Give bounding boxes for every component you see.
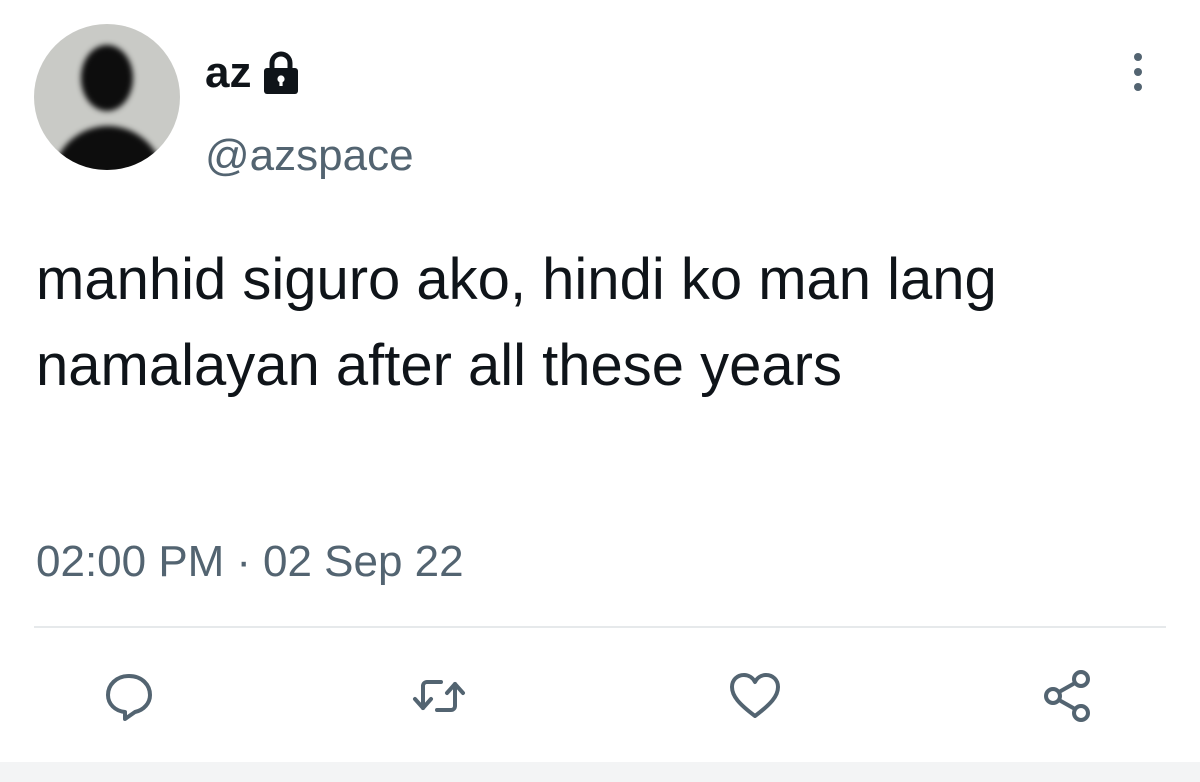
tweet-date: 02 Sep 22 [263,537,464,586]
share-button[interactable] [1035,664,1099,728]
tweet-card: az @azspace manhid siguro ako, hindi ko … [0,0,1200,782]
reply-icon [106,674,152,721]
tweet-time: 02:00 PM [36,537,225,586]
lock-icon [261,50,301,96]
divider [34,626,1166,628]
heart-icon [730,673,780,718]
tweet-text: manhid siguro ako, hindi ko man lang nam… [36,247,997,398]
avatar[interactable] [34,24,180,170]
user-name-row: az [205,44,301,102]
user-handle[interactable]: @azspace [205,128,414,184]
meta-separator: · [236,537,251,586]
avatar-head-shape [81,45,133,111]
display-name[interactable]: az [205,44,251,102]
bottom-edge [0,762,1200,782]
more-vertical-icon[interactable] [1120,48,1156,96]
avatar-shoulders-shape [52,126,164,170]
like-button[interactable] [723,664,787,728]
reply-button[interactable] [97,664,161,728]
retweet-icon [413,680,465,712]
share-icon [1044,670,1090,722]
retweet-button[interactable] [407,664,471,728]
tweet-timestamp[interactable]: 02:00 PM · 02 Sep 22 [36,532,464,592]
